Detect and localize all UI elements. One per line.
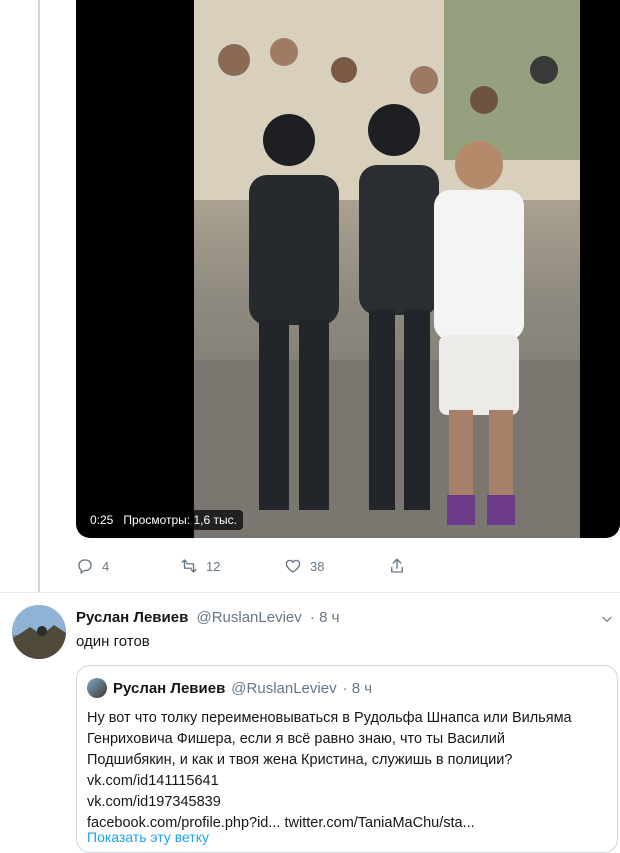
share-icon <box>391 558 403 573</box>
thread-line <box>38 0 40 592</box>
video-frame <box>194 0 580 538</box>
retweet-icon <box>181 559 197 573</box>
tweet-author: Руслан Левиев @RuslanLeviev · 8 ч <box>76 609 339 626</box>
tweet-text: один готов <box>76 633 150 650</box>
author-handle[interactable]: @RuslanLeviev <box>196 609 301 626</box>
quoted-author-handle: @RuslanLeviev <box>231 679 337 697</box>
tweet-actions: 4 12 38 <box>76 557 492 575</box>
quoted-avatar <box>87 678 107 698</box>
reply-count: 4 <box>102 558 110 574</box>
quoted-line: Ну вот что толку переименовываться в Руд… <box>87 710 572 726</box>
caret-down-icon[interactable] <box>600 612 614 626</box>
quoted-tweet-header: Руслан Левиев @RuslanLeviev · 8 ч <box>87 678 372 698</box>
show-thread-link[interactable]: Показать эту ветку <box>87 829 209 845</box>
avatar[interactable] <box>12 605 66 659</box>
retweet-button[interactable]: 12 <box>180 557 284 575</box>
quoted-line: Подшибякин, и как и твоя жена Кристина, … <box>87 752 513 768</box>
quoted-tweet[interactable]: Руслан Левиев @RuslanLeviev · 8 ч Ну вот… <box>76 665 618 853</box>
author-name[interactable]: Руслан Левиев <box>76 609 188 626</box>
share-button[interactable] <box>388 557 492 575</box>
video-duration: 0:25 <box>90 513 114 527</box>
video-info-badge: 0:25 Просмотры: 1,6 тыс. <box>84 510 243 530</box>
reply-button[interactable]: 4 <box>76 557 180 575</box>
quoted-time: · 8 ч <box>342 679 373 697</box>
video-views: Просмотры: 1,6 тыс. <box>123 513 237 527</box>
tweet-time[interactable]: · 8 ч <box>310 609 340 626</box>
quoted-link-line[interactable]: vk.com/id197345839 <box>87 792 607 813</box>
avatar-image <box>12 605 66 659</box>
like-icon <box>285 559 301 573</box>
quoted-link-line[interactable]: vk.com/id141115641 <box>87 771 607 792</box>
like-button[interactable]: 38 <box>284 557 388 575</box>
video-player[interactable]: 0:25 Просмотры: 1,6 тыс. <box>76 0 620 538</box>
reply-icon <box>78 559 92 575</box>
tweet-divider <box>0 592 620 593</box>
retweet-count: 12 <box>206 558 221 574</box>
quoted-line: Генриховича Фишера, если я всё равно зна… <box>87 731 505 747</box>
quoted-author-name: Руслан Левиев <box>113 679 226 697</box>
like-count: 38 <box>310 558 325 574</box>
video-scene-illustration <box>194 0 580 538</box>
quoted-tweet-text: Ну вот что толку переименовываться в Руд… <box>87 708 607 834</box>
